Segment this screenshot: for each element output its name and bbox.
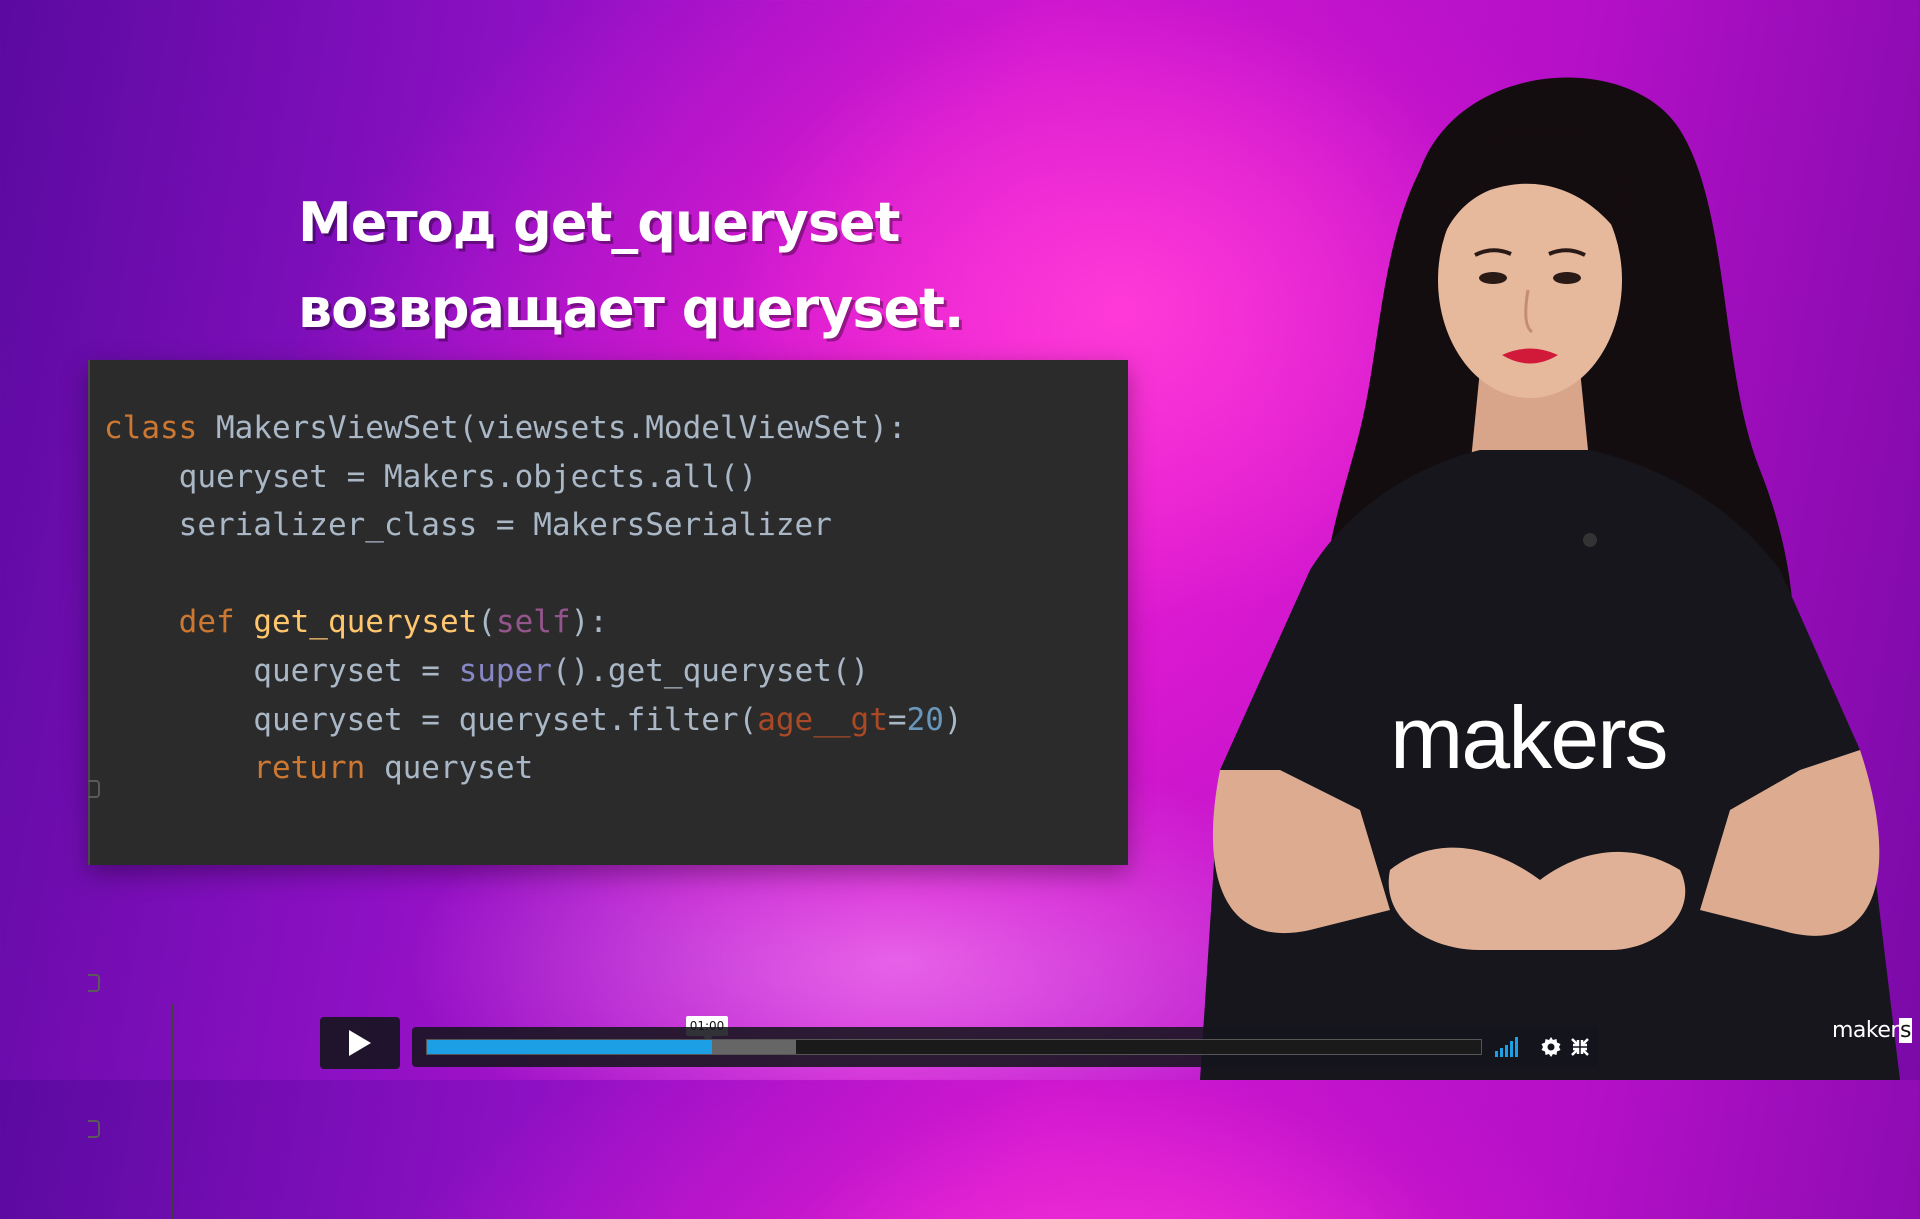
code-token: =	[887, 701, 907, 738]
code-line: class MakersViewSet(viewsets.ModelViewSe…	[104, 404, 963, 453]
code-token: self	[495, 604, 571, 641]
code-token: queryset = Makers.objects.all()	[104, 458, 758, 495]
watermark-box: s	[1898, 1018, 1912, 1043]
volume-icon[interactable]	[1494, 1035, 1522, 1059]
settings-gear-icon[interactable]	[1537, 1035, 1565, 1059]
code-token: def	[178, 604, 254, 641]
code-token: queryset = queryset.filter(	[104, 701, 758, 738]
code-token: ):	[570, 604, 608, 641]
code-token: return	[253, 750, 384, 787]
code-line: queryset = super().get_queryset()	[104, 647, 963, 696]
code-token: class	[104, 410, 216, 446]
code-token: get_queryset	[253, 604, 478, 641]
fold-marker-icon	[88, 780, 100, 798]
code-token: queryset =	[104, 652, 459, 689]
code-panel: class MakersViewSet(viewsets.ModelViewSe…	[88, 360, 1128, 1219]
heading-line-1: Метод get_queryset	[298, 191, 900, 254]
code-line: queryset = Makers.objects.all()	[104, 453, 963, 502]
code-line: ​	[104, 550, 963, 599]
watermark-text: maker	[1832, 1018, 1899, 1043]
brand-watermark: makers	[1832, 1018, 1912, 1043]
play-button[interactable]	[320, 1017, 400, 1069]
code-token: )	[943, 701, 963, 738]
slide-heading: Метод get_queryset возвращает queryset.	[298, 180, 964, 352]
code-token: age__gt	[757, 701, 888, 738]
fold-marker-icon	[88, 1120, 100, 1138]
code-line: return queryset	[104, 744, 963, 793]
code-token: serializer_class = MakersSerializer	[104, 507, 832, 544]
code-token: queryset	[383, 750, 534, 787]
indent-guide	[172, 1004, 173, 1219]
progress-played	[427, 1040, 712, 1054]
code-token: ().get_queryset()	[551, 652, 870, 689]
code-block: class MakersViewSet(viewsets.ModelViewSe…	[104, 404, 963, 793]
presenter-figure: makers	[1200, 77, 1900, 1080]
code-line: queryset = queryset.filter(age__gt=20)	[104, 696, 963, 745]
play-icon	[349, 1030, 371, 1056]
heading-line-2: возвращает queryset.	[298, 277, 964, 340]
code-token: super	[458, 652, 552, 689]
progress-bar[interactable]	[426, 1039, 1482, 1055]
tshirt-logo-text: makers	[1390, 688, 1667, 787]
code-token: (	[477, 604, 496, 641]
video-stage[interactable]: Метод get_queryset возвращает queryset. …	[0, 0, 1920, 1219]
code-token: MakersViewSet(viewsets.ModelViewSet):	[215, 410, 907, 446]
code-line: def get_queryset(self):	[104, 598, 963, 647]
fullscreen-icon[interactable]	[1566, 1035, 1594, 1059]
fold-marker-icon	[88, 974, 100, 992]
code-token: 20	[906, 701, 944, 738]
code-line: serializer_class = MakersSerializer	[104, 501, 963, 550]
control-bar	[412, 1027, 1598, 1067]
